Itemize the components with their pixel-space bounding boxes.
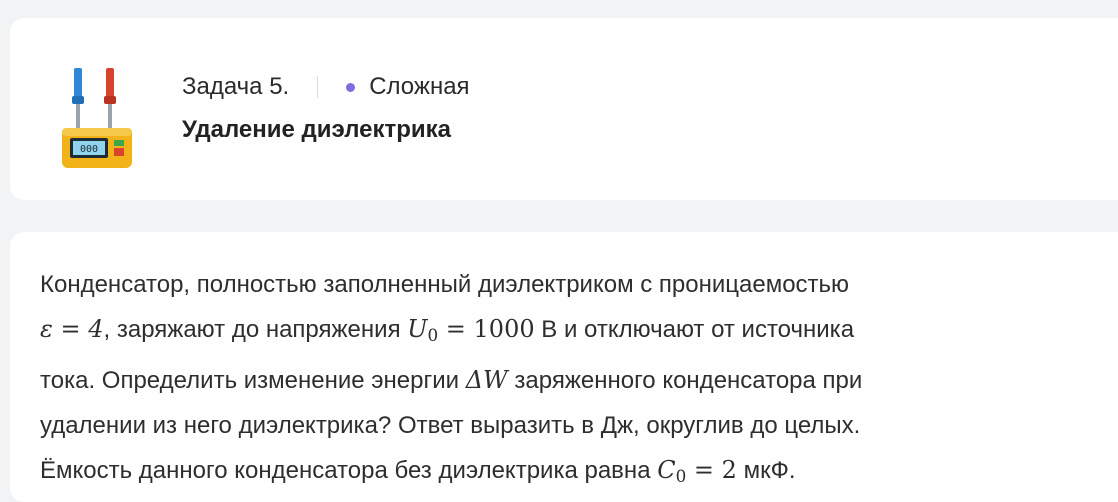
problem-statement: Конденсатор, полностью заполненный диэле…	[40, 262, 1080, 499]
svg-text:000: 000	[80, 144, 98, 155]
meta-divider	[317, 76, 319, 98]
math-epsilon: ε = 4	[40, 315, 104, 343]
math-u0: U0 = 1000	[407, 315, 535, 346]
problem-line: Ёмкость данного конденсатора без диэлект…	[40, 456, 796, 487]
problem-line: ε = 4, заряжают до напряжения U0 = 1000 …	[40, 315, 855, 346]
problem-line: удалении из него диэлектрика? Ответ выра…	[40, 412, 861, 440]
multimeter-icon: 000	[62, 68, 132, 168]
problem-card: Конденсатор, полностью заполненный диэле…	[10, 232, 1118, 502]
task-header-card: 000 Задача 5. Сложная Удаление диэлектри…	[10, 18, 1118, 200]
difficulty-dot	[346, 82, 356, 92]
math-c0: C0 = 2	[657, 456, 737, 487]
math-delta-w: ΔW	[465, 366, 508, 395]
problem-line: тока. Определить изменение энергии ΔW за…	[40, 366, 863, 395]
task-number: Задача 5.	[182, 73, 290, 100]
task-meta-row: Задача 5. Сложная	[182, 73, 470, 101]
problem-line: Конденсатор, полностью заполненный диэле…	[40, 271, 850, 298]
task-title: Удаление диэлектрика	[182, 116, 452, 143]
difficulty-label: Сложная	[369, 73, 470, 100]
